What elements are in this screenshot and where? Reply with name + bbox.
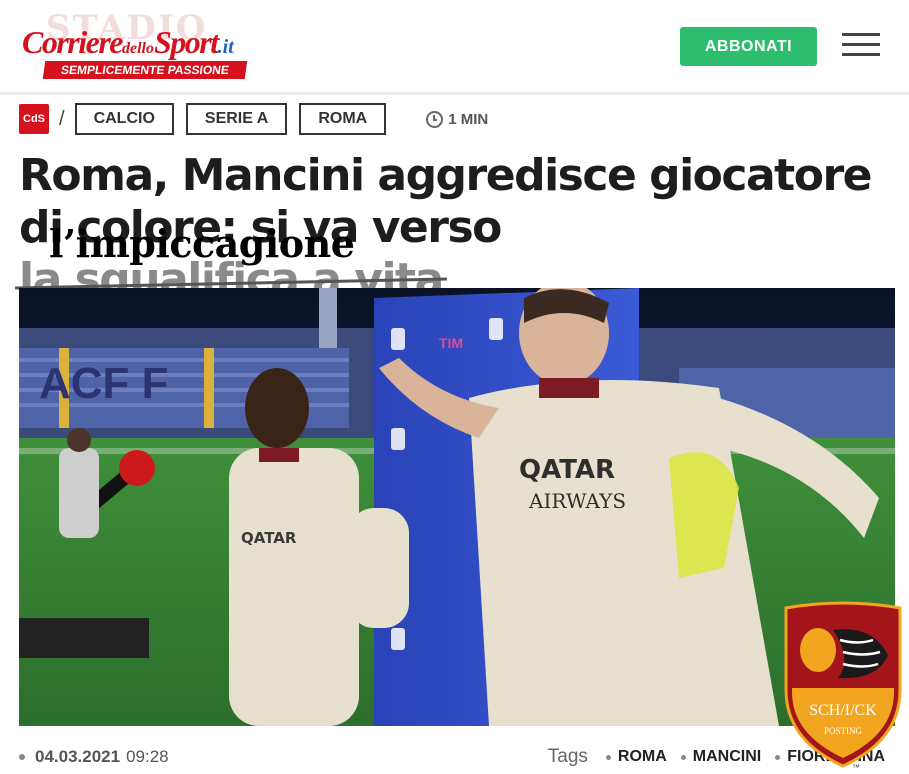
watermark-badge: SCH/I/CK POSTING ™	[778, 600, 908, 772]
article-meta: 04.03.2021 09:28 Tags ROMA MANCINI FIORE…	[19, 743, 899, 771]
article-headline: Roma, Mancini aggredisce giocatore di co…	[19, 150, 904, 306]
read-time: 1 MIN	[426, 110, 489, 128]
right-shirt-sponsor-line1: QATAR	[519, 455, 615, 485]
headline-overwrite-text: l’impiccagione	[49, 221, 355, 266]
breadcrumb-item-serie-a[interactable]: SERIE A	[185, 103, 288, 135]
breadcrumb-item-calcio[interactable]: CALCIO	[74, 103, 174, 135]
left-shirt-sponsor: QATAR	[241, 529, 297, 547]
logo-word-sport: Sport	[154, 24, 219, 60]
site-header: STADIO CorrieredelloSport.it SEMPLICEMEN…	[0, 0, 909, 95]
tag-mancini-label: MANCINI	[692, 748, 762, 765]
clock-icon	[426, 110, 444, 128]
site-logo[interactable]: STADIO CorrieredelloSport.it SEMPLICEMEN…	[22, 8, 272, 82]
tag-roma-label: ROMA	[617, 748, 667, 765]
hamburger-menu-icon[interactable]	[842, 33, 880, 59]
article-photo: ACF F TIM QATAR QATAR AIRWAYS	[19, 288, 895, 726]
logo-wordmark: CorrieredelloSport.it	[22, 24, 234, 61]
publish-date: 04.03.2021	[35, 747, 121, 766]
board-logo-text: TIM	[439, 335, 463, 351]
read-time-label: 1 MIN	[448, 110, 489, 128]
home-logo-icon[interactable]: CdS	[19, 104, 49, 134]
stadium-lettering: ACF F	[39, 359, 169, 408]
tag-roma[interactable]: ROMA	[605, 748, 667, 766]
subscribe-button[interactable]: ABBONATI	[680, 27, 817, 66]
bullet-icon	[605, 754, 611, 760]
bullet-icon	[19, 754, 25, 760]
logo-word-it: .it	[217, 36, 234, 58]
logo-word-dello: dello	[122, 40, 154, 57]
tags-label: Tags	[547, 746, 588, 767]
logo-word-corriere: Corriere	[22, 24, 124, 60]
right-shirt-sponsor-line2: AIRWAYS	[528, 489, 626, 513]
badge-text: SCH/I/CK	[809, 702, 877, 719]
publish-time: 09:28	[126, 747, 169, 766]
logo-tagline: SEMPLICEMENTE PASSIONE	[42, 61, 248, 79]
tag-mancini[interactable]: MANCINI	[680, 748, 762, 766]
badge-subtext: POSTING	[824, 726, 863, 736]
bullet-icon	[680, 754, 686, 760]
breadcrumb-separator: /	[59, 107, 65, 130]
breadcrumb-item-roma[interactable]: ROMA	[299, 103, 387, 135]
badge-trademark: ™	[852, 763, 860, 770]
breadcrumb: CdS / CALCIO SERIE A ROMA 1 MIN	[19, 103, 488, 135]
